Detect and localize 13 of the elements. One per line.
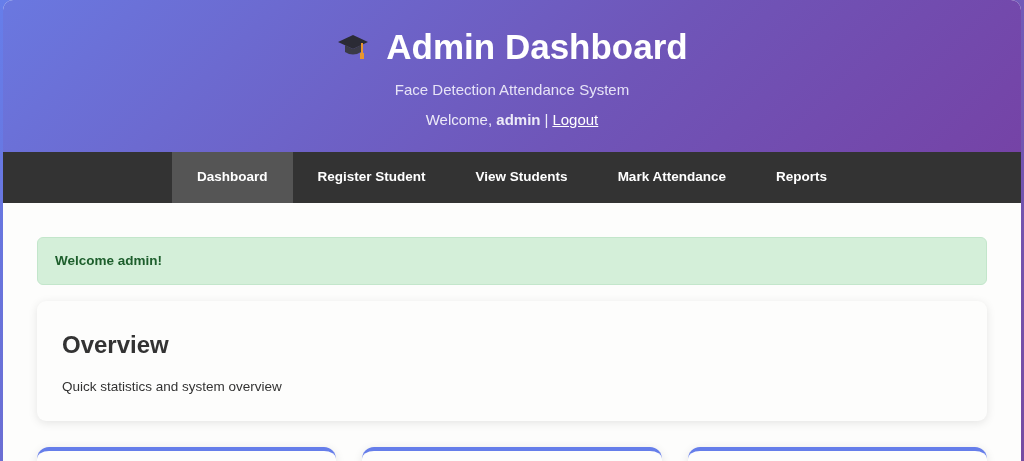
nav-tab[interactable]: Dashboard <box>172 152 293 203</box>
subtitle: Face Detection Attendance System <box>393 79 631 100</box>
section-title: Overview <box>62 331 170 361</box>
section-description: Quick statistics and system overview <box>62 378 283 397</box>
nav-tab[interactable]: Mark Attendance <box>592 152 751 203</box>
welcome-text: Welcome, admin <box>425 110 541 130</box>
separator: | <box>544 110 549 130</box>
page-title: Admin Dashboard <box>386 28 688 67</box>
logout-link[interactable]: Logout <box>552 109 599 132</box>
success-alert: Welcome admin! <box>37 237 987 286</box>
nav-tab[interactable]: Reports <box>750 152 852 203</box>
nav-tab[interactable]: View Students <box>450 152 593 203</box>
nav-tab[interactable]: Register Student <box>292 152 451 203</box>
